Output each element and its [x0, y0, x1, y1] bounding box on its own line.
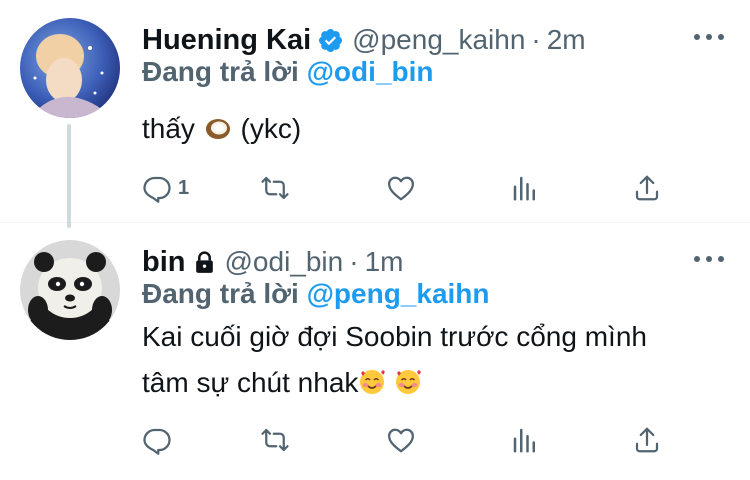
timestamp[interactable]: 1m — [365, 246, 404, 278]
retweet-icon — [261, 176, 289, 200]
tweet-text-line-2: tâm sự chút nhak — [142, 360, 732, 406]
tweet-text-part: (ykc) — [240, 113, 302, 144]
timestamp[interactable]: 2m — [547, 24, 586, 56]
replying-to: Đang trả lời @peng_kaihn — [142, 278, 490, 310]
retweet-icon — [261, 428, 289, 452]
share-button[interactable] — [632, 168, 662, 208]
handle[interactable]: @peng_kaihn — [352, 24, 525, 56]
tweet-bin[interactable]: bin @odi_bin · 1m Đang trả lời @peng_kai… — [0, 222, 750, 480]
display-name[interactable]: bin — [142, 246, 186, 279]
analytics-button[interactable] — [510, 420, 540, 460]
handle[interactable]: @odi_bin — [225, 246, 344, 278]
retweet-button[interactable] — [260, 420, 290, 460]
thread-connector — [67, 124, 71, 228]
reply-icon — [143, 176, 171, 203]
verified-badge-icon — [317, 27, 344, 54]
coconut-emoji-icon — [205, 108, 231, 139]
display-name[interactable]: Huening Kai — [142, 24, 311, 57]
tweet-text-line: Kai cuối giờ đợi Soobin trước cổng mình — [142, 321, 647, 352]
analytics-icon — [513, 428, 535, 453]
like-icon — [388, 428, 414, 453]
share-icon — [635, 427, 659, 453]
more-icon[interactable] — [694, 30, 724, 44]
replying-to-label: Đang trả lời — [142, 278, 299, 309]
tweet-text: Kai cuối giờ đợi Soobin trước cổng mình … — [142, 314, 732, 406]
smiling-face-with-hearts-icon — [394, 364, 422, 394]
retweet-button[interactable] — [260, 168, 290, 208]
replying-to-label: Đang trả lời — [142, 56, 299, 87]
share-button[interactable] — [632, 420, 662, 460]
action-bar — [142, 420, 702, 460]
separator-dot: · — [349, 246, 359, 277]
separator-dot: · — [531, 24, 541, 55]
analytics-icon — [513, 176, 535, 201]
tweet-huening-kai[interactable]: Huening Kai @peng_kaihn · 2m Đang trả lờ… — [0, 0, 750, 228]
avatar[interactable] — [20, 240, 120, 340]
reply-button[interactable] — [142, 420, 172, 460]
reply-button[interactable]: 1 — [142, 168, 189, 208]
more-icon[interactable] — [694, 252, 724, 266]
reply-icon — [143, 428, 171, 455]
smiling-face-with-hearts-icon — [358, 364, 386, 394]
mention-link[interactable]: @peng_kaihn — [307, 278, 490, 309]
like-button[interactable] — [386, 420, 416, 460]
replying-to: Đang trả lời @odi_bin — [142, 56, 433, 88]
like-icon — [388, 176, 414, 201]
mention-link[interactable]: @odi_bin — [307, 56, 434, 87]
tweet-text-part: tâm sự chút nhak — [142, 367, 359, 398]
like-button[interactable] — [386, 168, 416, 208]
tweet-header: Huening Kai @peng_kaihn · 2m — [142, 20, 586, 60]
reply-count: 1 — [178, 176, 190, 199]
share-icon — [635, 175, 659, 201]
tweet-header: bin @odi_bin · 1m — [142, 242, 403, 282]
tweet-text: thấy (ykc) — [142, 106, 732, 152]
tweet-text-part: thấy — [142, 113, 195, 144]
lock-icon — [192, 250, 217, 275]
analytics-button[interactable] — [510, 168, 540, 208]
action-bar: 1 — [142, 168, 702, 208]
avatar[interactable] — [20, 18, 120, 118]
